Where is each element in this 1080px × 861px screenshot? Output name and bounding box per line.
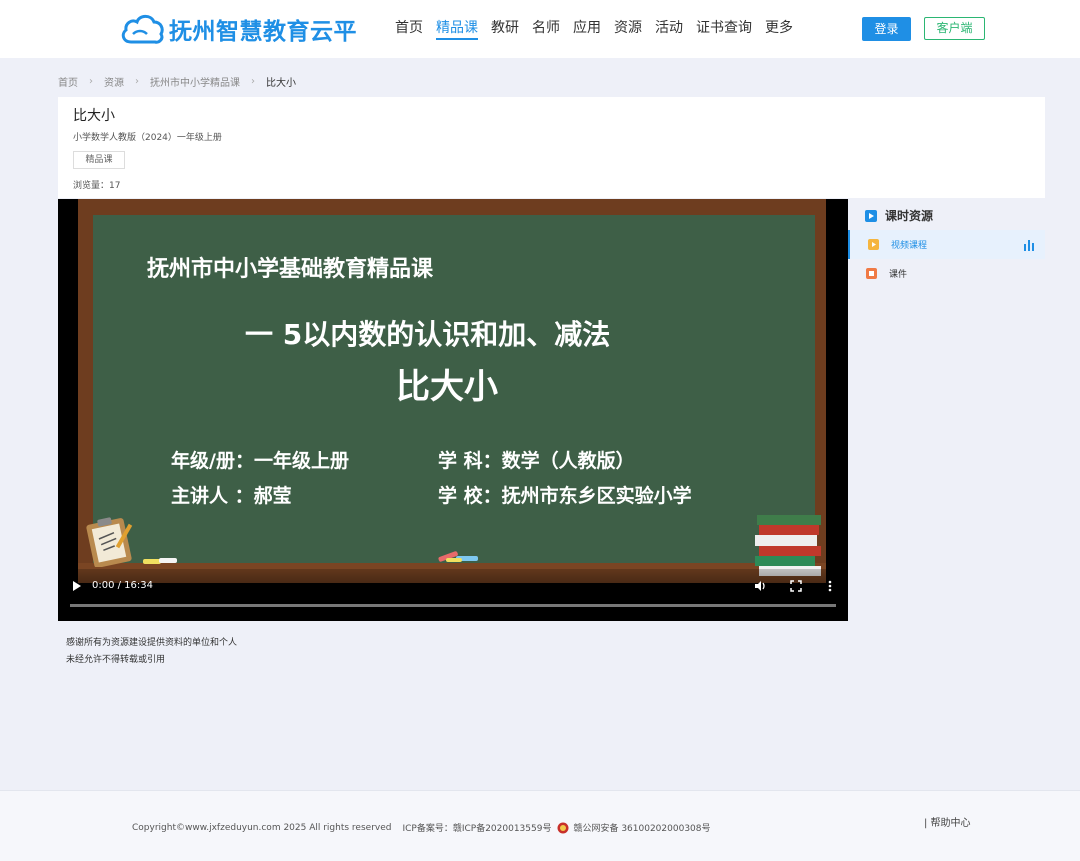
video-unit-title: 一 5以内数的认识和加、减法: [245, 318, 611, 351]
cloud-logo-icon: [121, 14, 164, 44]
lesson-resources-header: 课时资源: [865, 207, 933, 224]
resource-item-courseware[interactable]: 课件: [848, 259, 1045, 288]
playing-bars-icon: [1024, 240, 1034, 251]
nav-teaching-research[interactable]: 教研: [491, 18, 519, 40]
breadcrumb-current: 比大小: [266, 78, 296, 89]
play-icon[interactable]: [71, 579, 83, 593]
lesson-tag-badge: 精品课: [73, 151, 125, 169]
ppt-file-icon: [866, 268, 877, 279]
video-subject: 学 科：数学（人教版）: [438, 450, 635, 472]
lesson-title: 比大小: [73, 108, 115, 124]
lesson-resources-title: 课时资源: [885, 209, 934, 223]
login-button[interactable]: 登录: [862, 17, 911, 41]
nav-featured-lessons[interactable]: 精品课: [436, 18, 478, 40]
fullscreen-icon[interactable]: [789, 579, 803, 593]
play-video-icon: [865, 209, 877, 222]
video-lesson-title: 比大小: [396, 367, 498, 407]
video-school: 学 校：抚州市东乡区实验小学: [438, 485, 692, 507]
nav-famous-teachers[interactable]: 名师: [532, 18, 560, 40]
more-options-icon[interactable]: [823, 579, 837, 593]
volume-icon[interactable]: [753, 579, 767, 593]
video-series-title: 抚州市中小学基础教育精品课: [147, 257, 434, 282]
nav-resources[interactable]: 资源: [614, 18, 642, 40]
lesson-info-card: 比大小 小学数学人教版（2024）一年级上册 精品课 浏览量：17: [58, 97, 1045, 198]
police-badge-icon: [557, 822, 569, 833]
video-grade: 年级/册：一年级上册: [171, 450, 349, 472]
breadcrumb-home[interactable]: 首页: [58, 74, 78, 89]
nav-certificate-query[interactable]: 证书查询: [696, 18, 752, 40]
video-progress-bar[interactable]: [70, 604, 836, 607]
chalk-icon: [143, 558, 177, 564]
footer-police-record[interactable]: 赣公网安备 36100202000308号: [573, 821, 710, 834]
chevron-right-icon: ›: [89, 76, 93, 87]
page-footer: Copyright©www.jxfzeduyun.com 2025 All ri…: [0, 790, 1080, 861]
chevron-right-icon: ›: [135, 76, 139, 87]
footer-copyright: Copyright©www.jxfzeduyun.com 2025 All ri…: [132, 822, 392, 833]
video-file-icon: [868, 239, 879, 250]
nav-activities[interactable]: 活动: [655, 18, 683, 40]
resource-item-label: 视频课程: [891, 241, 928, 251]
copyright-notes: 感谢所有为资源建设提供资料的单位和个人 未经允许不得转载或引用: [66, 635, 237, 669]
main-nav: 首页 精品课 教研 名师 应用 资源 活动 证书查询 更多: [395, 18, 806, 40]
resource-item-label: 课件: [889, 270, 908, 280]
chalk-icon: [438, 551, 478, 562]
lesson-textbook: 小学数学人教版（2024）一年级上册: [73, 133, 222, 143]
thanks-note: 感谢所有为资源建设提供资料的单位和个人: [66, 638, 238, 648]
no-reprint-note: 未经允许不得转载或引用: [66, 655, 166, 665]
video-time-display: 0:00 / 16:34: [92, 580, 154, 591]
chevron-right-icon: ›: [251, 76, 255, 87]
lesson-view-count: 浏览量：17: [73, 181, 121, 191]
nav-apps[interactable]: 应用: [573, 18, 601, 40]
clipboard-icon: [86, 517, 133, 567]
footer-icp[interactable]: ICP备案号：赣ICP备2020013559号: [402, 821, 551, 834]
top-header: 抚州智慧教育云平 首页 精品课 教研 名师 应用 资源 活动 证书查询 更多 登…: [0, 0, 1080, 58]
nav-home[interactable]: 首页: [395, 18, 423, 40]
books-icon: [755, 515, 821, 576]
breadcrumb-resources[interactable]: 资源: [104, 74, 124, 89]
site-logo[interactable]: 抚州智慧教育云平: [119, 12, 357, 46]
resource-item-video-course[interactable]: 视频课程: [848, 230, 1045, 259]
nav-more[interactable]: 更多: [765, 18, 793, 40]
site-logo-text: 抚州智慧教育云平: [169, 19, 357, 45]
breadcrumb: 首页 › 资源 › 抚州市中小学精品课 › 比大小: [58, 74, 296, 89]
video-player[interactable]: 抚州市中小学基础教育精品课 一 5以内数的认识和加、减法 比大小 年级/册：一年…: [58, 199, 848, 621]
breadcrumb-featured-course[interactable]: 抚州市中小学精品课: [150, 74, 240, 89]
video-controls-overlay: [58, 569, 848, 621]
client-download-button[interactable]: 客户端: [924, 17, 985, 40]
help-center-link[interactable]: | 帮助中心: [924, 814, 971, 829]
footer-legal: Copyright©www.jxfzeduyun.com 2025 All ri…: [132, 821, 711, 834]
video-teacher: 主讲人 ：郝莹: [171, 485, 292, 507]
